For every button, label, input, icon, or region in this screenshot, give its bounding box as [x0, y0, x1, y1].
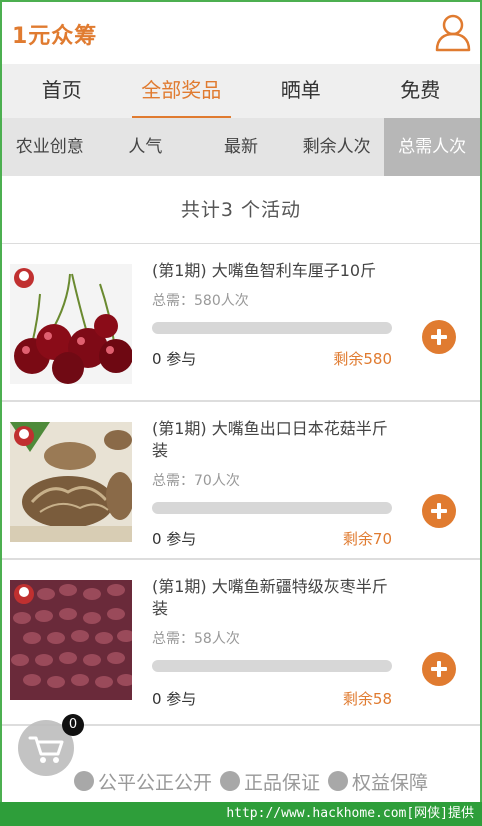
- shield-icon: [327, 771, 348, 791]
- filter-newest[interactable]: 最新: [193, 118, 289, 176]
- tab-free[interactable]: 免费: [361, 64, 481, 118]
- cart-count-badge: 0: [62, 714, 84, 736]
- filter-popularity[interactable]: 人气: [98, 118, 194, 176]
- product-title[interactable]: (第1期) 大嘴鱼新疆特级灰枣半斤装: [152, 576, 400, 620]
- guarantee-genuine: 正品保证: [219, 768, 320, 795]
- app-title: 1元众筹: [12, 24, 98, 49]
- list-item[interactable]: (第1期) 大嘴鱼出口日本花菇半斤装 总需：70人次 0 参与 剩余70: [2, 402, 480, 560]
- remaining-count: 剩余580: [333, 350, 392, 368]
- add-to-cart-button[interactable]: [422, 320, 456, 354]
- top-bar: 1元众筹: [2, 2, 480, 64]
- list-item[interactable]: (第1期) 大嘴鱼智利车厘子10斤 总需：580人次 0 参与 剩余580: [2, 244, 480, 402]
- sort-filter-bar: 农业创意 人气 最新 剩余人次 总需人次: [2, 118, 480, 176]
- total-needed: 总需：580人次: [152, 293, 249, 309]
- total-needed: 总需：70人次: [152, 473, 240, 489]
- tab-showcase[interactable]: 晒单: [241, 64, 361, 118]
- watermark-bar: http://www.hackhome.com[网侠]提供: [0, 802, 482, 826]
- add-to-cart-button[interactable]: [422, 494, 456, 528]
- joined-count: 0 参与: [152, 690, 197, 708]
- tab-all-prizes[interactable]: 全部奖品: [122, 64, 242, 118]
- guarantee-rights: 权益保障: [327, 768, 428, 795]
- product-title[interactable]: (第1期) 大嘴鱼智利车厘子10斤: [152, 260, 400, 282]
- progress-bar: [152, 322, 392, 334]
- scale-icon: [73, 771, 94, 791]
- filter-total-needed[interactable]: 总需人次: [384, 118, 480, 176]
- add-to-cart-button[interactable]: [422, 652, 456, 686]
- product-title[interactable]: (第1期) 大嘴鱼出口日本花菇半斤装: [152, 418, 400, 462]
- guarantee-label: 公平公正公开: [97, 771, 212, 794]
- joined-count: 0 参与: [152, 350, 197, 368]
- total-needed: 总需：58人次: [152, 631, 240, 647]
- product-image-cherries[interactable]: [10, 264, 132, 384]
- joined-count: 0 参与: [152, 530, 197, 548]
- list-item[interactable]: (第1期) 大嘴鱼新疆特级灰枣半斤装 总需：58人次 0 参与 剩余58: [2, 560, 480, 726]
- progress-bar: [152, 660, 392, 672]
- product-image-red-dates[interactable]: [10, 580, 132, 700]
- filter-agri-creative[interactable]: 农业创意: [2, 118, 98, 176]
- product-list: (第1期) 大嘴鱼智利车厘子10斤 总需：580人次 0 参与 剩余580 (第…: [2, 244, 480, 726]
- main-nav: 首页 全部奖品 晒单 免费: [2, 64, 480, 118]
- progress-bar: [152, 502, 392, 514]
- tab-home[interactable]: 首页: [2, 64, 122, 118]
- product-image-mushrooms[interactable]: [10, 422, 132, 542]
- guarantee-label: 正品保证: [243, 771, 320, 794]
- remaining-count: 剩余58: [342, 690, 392, 708]
- user-icon[interactable]: [434, 12, 472, 52]
- activity-count: 共计3 个活动: [2, 176, 480, 244]
- remaining-count: 剩余70: [342, 530, 392, 548]
- guarantee-fair: 公平公正公开: [73, 768, 212, 795]
- guarantee-label: 权益保障: [351, 771, 428, 794]
- certificate-icon: [219, 771, 240, 791]
- filter-remaining[interactable]: 剩余人次: [289, 118, 385, 176]
